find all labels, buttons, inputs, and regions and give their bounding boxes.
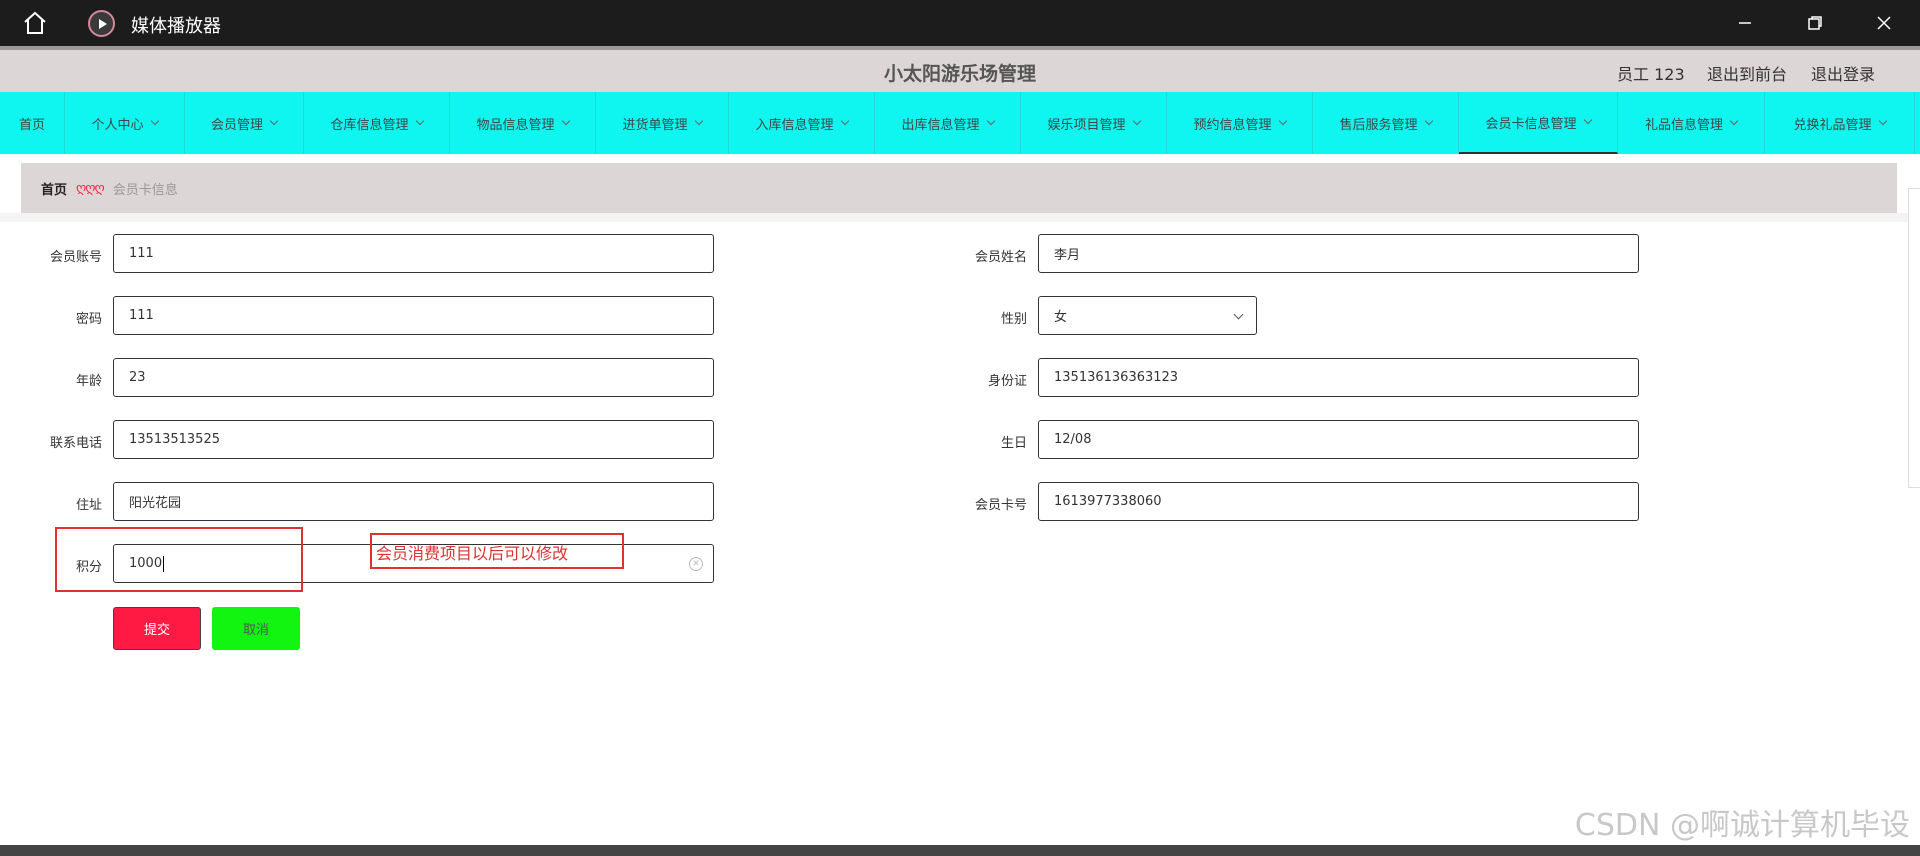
chevron-down-icon (986, 116, 995, 126)
chevron-down-icon (561, 116, 570, 126)
chevron-down-icon (1132, 116, 1141, 126)
gender-label: 性别 (1000, 312, 1027, 327)
cardno-value: 1613977338060 (1054, 494, 1162, 509)
chevron-down-icon (1878, 116, 1887, 126)
nav-label: 售后服务管理 (1339, 117, 1418, 133)
nav-label: 入库信息管理 (755, 117, 834, 133)
nav-item-personal[interactable]: 个人中心 (65, 92, 185, 154)
submit-button[interactable]: 提交 (113, 607, 201, 650)
window-title: 媒体播放器 (131, 16, 221, 37)
side-panel-edge (1908, 188, 1920, 488)
watermark: CSDN @啊诚计算机毕设 (1574, 808, 1910, 843)
cardno-input[interactable]: 1613977338060 (1038, 482, 1639, 521)
phone-input[interactable]: 13513513525 (113, 420, 714, 459)
nav-item-goods[interactable]: 物品信息管理 (450, 92, 596, 154)
password-input[interactable]: 111 (113, 296, 714, 335)
chevron-down-icon (1583, 115, 1592, 125)
account-input[interactable]: 111 (113, 234, 714, 273)
chevron-down-icon (840, 116, 849, 126)
page-header: 小太阳游乐场管理 员工 123 退出到前台 退出登录 (0, 46, 1920, 92)
main-nav: 首页 个人中心 会员管理 仓库信息管理 物品信息管理 进货单管理 入库信息管理 … (0, 92, 1920, 154)
password-value: 111 (129, 308, 154, 323)
nav-label: 物品信息管理 (476, 117, 555, 133)
cancel-button[interactable]: 取消 (212, 607, 300, 650)
app-window: 媒体播放器 小太阳游乐场管理 员工 123 退出到前台 退出登录 首页 个人中心… (0, 0, 1920, 856)
nav-item-stock-out[interactable]: 出库信息管理 (875, 92, 1021, 154)
name-input[interactable]: 李月 (1038, 234, 1639, 273)
minimize-icon[interactable] (1730, 8, 1760, 38)
phone-label: 联系电话 (49, 436, 102, 451)
birthday-input[interactable]: 12/08 (1038, 420, 1639, 459)
chevron-down-icon (1424, 116, 1433, 126)
chevron-down-icon (269, 116, 279, 126)
nav-label: 娱乐项目管理 (1047, 117, 1126, 133)
nav-item-home[interactable]: 首页 (0, 92, 65, 154)
nav-label: 会员卡信息管理 (1485, 116, 1577, 132)
idcard-value: 135136136363123 (1054, 370, 1179, 385)
chevron-down-icon (1278, 116, 1287, 126)
nav-item-after-sales[interactable]: 售后服务管理 (1313, 92, 1459, 154)
age-input[interactable]: 23 (113, 358, 714, 397)
nav-item-gifts[interactable]: 礼品信息管理 (1618, 92, 1765, 154)
phone-value: 13513513525 (129, 432, 220, 447)
home-icon[interactable] (22, 11, 48, 35)
nav-item-reservation[interactable]: 预约信息管理 (1167, 92, 1313, 154)
nav-item-stock-in[interactable]: 入库信息管理 (729, 92, 875, 154)
nav-label: 首页 (18, 117, 45, 133)
current-user: 员工 123 (1617, 65, 1685, 84)
breadcrumb-current: 会员卡信息 (112, 182, 178, 198)
chevron-down-icon (1233, 309, 1244, 320)
breadcrumb-home[interactable]: 首页 (41, 179, 67, 198)
age-label: 年龄 (75, 374, 102, 389)
chevron-down-icon (1729, 116, 1739, 126)
breadcrumb-separator: ღღღ (76, 180, 105, 196)
nav-label: 出库信息管理 (901, 117, 980, 133)
nav-item-warehouse[interactable]: 仓库信息管理 (304, 92, 450, 154)
media-player-icon (88, 10, 115, 37)
address-value: 阳光花园 (129, 496, 182, 511)
idcard-label: 身份证 (987, 374, 1027, 389)
logout-link[interactable]: 退出登录 (1811, 61, 1875, 85)
chevron-down-icon (415, 116, 424, 126)
address-label: 住址 (75, 498, 102, 513)
breadcrumb: 首页 ღღღ 会员卡信息 (21, 163, 1897, 213)
idcard-input[interactable]: 135136136363123 (1038, 358, 1639, 397)
restore-icon[interactable] (1800, 8, 1830, 38)
name-label: 会员姓名 (974, 250, 1027, 265)
chevron-down-icon (150, 116, 159, 126)
nav-item-purchase[interactable]: 进货单管理 (596, 92, 729, 154)
window-titlebar: 媒体播放器 (0, 0, 1920, 46)
close-icon[interactable] (1869, 8, 1899, 38)
nav-item-gift-exchange[interactable]: 兑换礼品管理 (1765, 92, 1915, 154)
gender-select[interactable]: 女 (1038, 296, 1257, 335)
gender-value: 女 (1054, 310, 1068, 325)
clear-icon[interactable]: ✕ (689, 557, 703, 571)
age-value: 23 (129, 370, 146, 385)
nav-label: 进货单管理 (622, 117, 688, 133)
nav-label: 仓库信息管理 (330, 117, 409, 133)
account-value: 111 (129, 246, 154, 261)
nav-item-members[interactable]: 会员管理 (185, 92, 304, 154)
nav-label: 预约信息管理 (1193, 117, 1272, 133)
birthday-value: 12/08 (1054, 432, 1092, 447)
bottom-bar (0, 845, 1920, 856)
nav-label: 兑换礼品管理 (1793, 117, 1872, 133)
chevron-down-icon (694, 116, 703, 126)
panel-divider (0, 213, 1920, 222)
nav-label: 个人中心 (91, 117, 144, 133)
birthday-label: 生日 (1000, 436, 1027, 451)
account-label: 会员账号 (49, 250, 102, 265)
annotation-text: 会员消费项目以后可以修改 (376, 544, 569, 563)
nav-item-member-card[interactable]: 会员卡信息管理 (1459, 92, 1618, 154)
points-highlight-box (55, 527, 303, 592)
exit-to-front-link[interactable]: 退出到前台 (1707, 61, 1787, 85)
address-input[interactable]: 阳光花园 (113, 482, 714, 521)
nav-item-entertainment[interactable]: 娱乐项目管理 (1021, 92, 1167, 154)
nav-label: 会员管理 (210, 117, 263, 133)
password-label: 密码 (75, 312, 102, 327)
nav-label: 礼品信息管理 (1644, 117, 1723, 133)
cardno-label: 会员卡号 (974, 498, 1027, 513)
name-value: 李月 (1054, 248, 1081, 263)
